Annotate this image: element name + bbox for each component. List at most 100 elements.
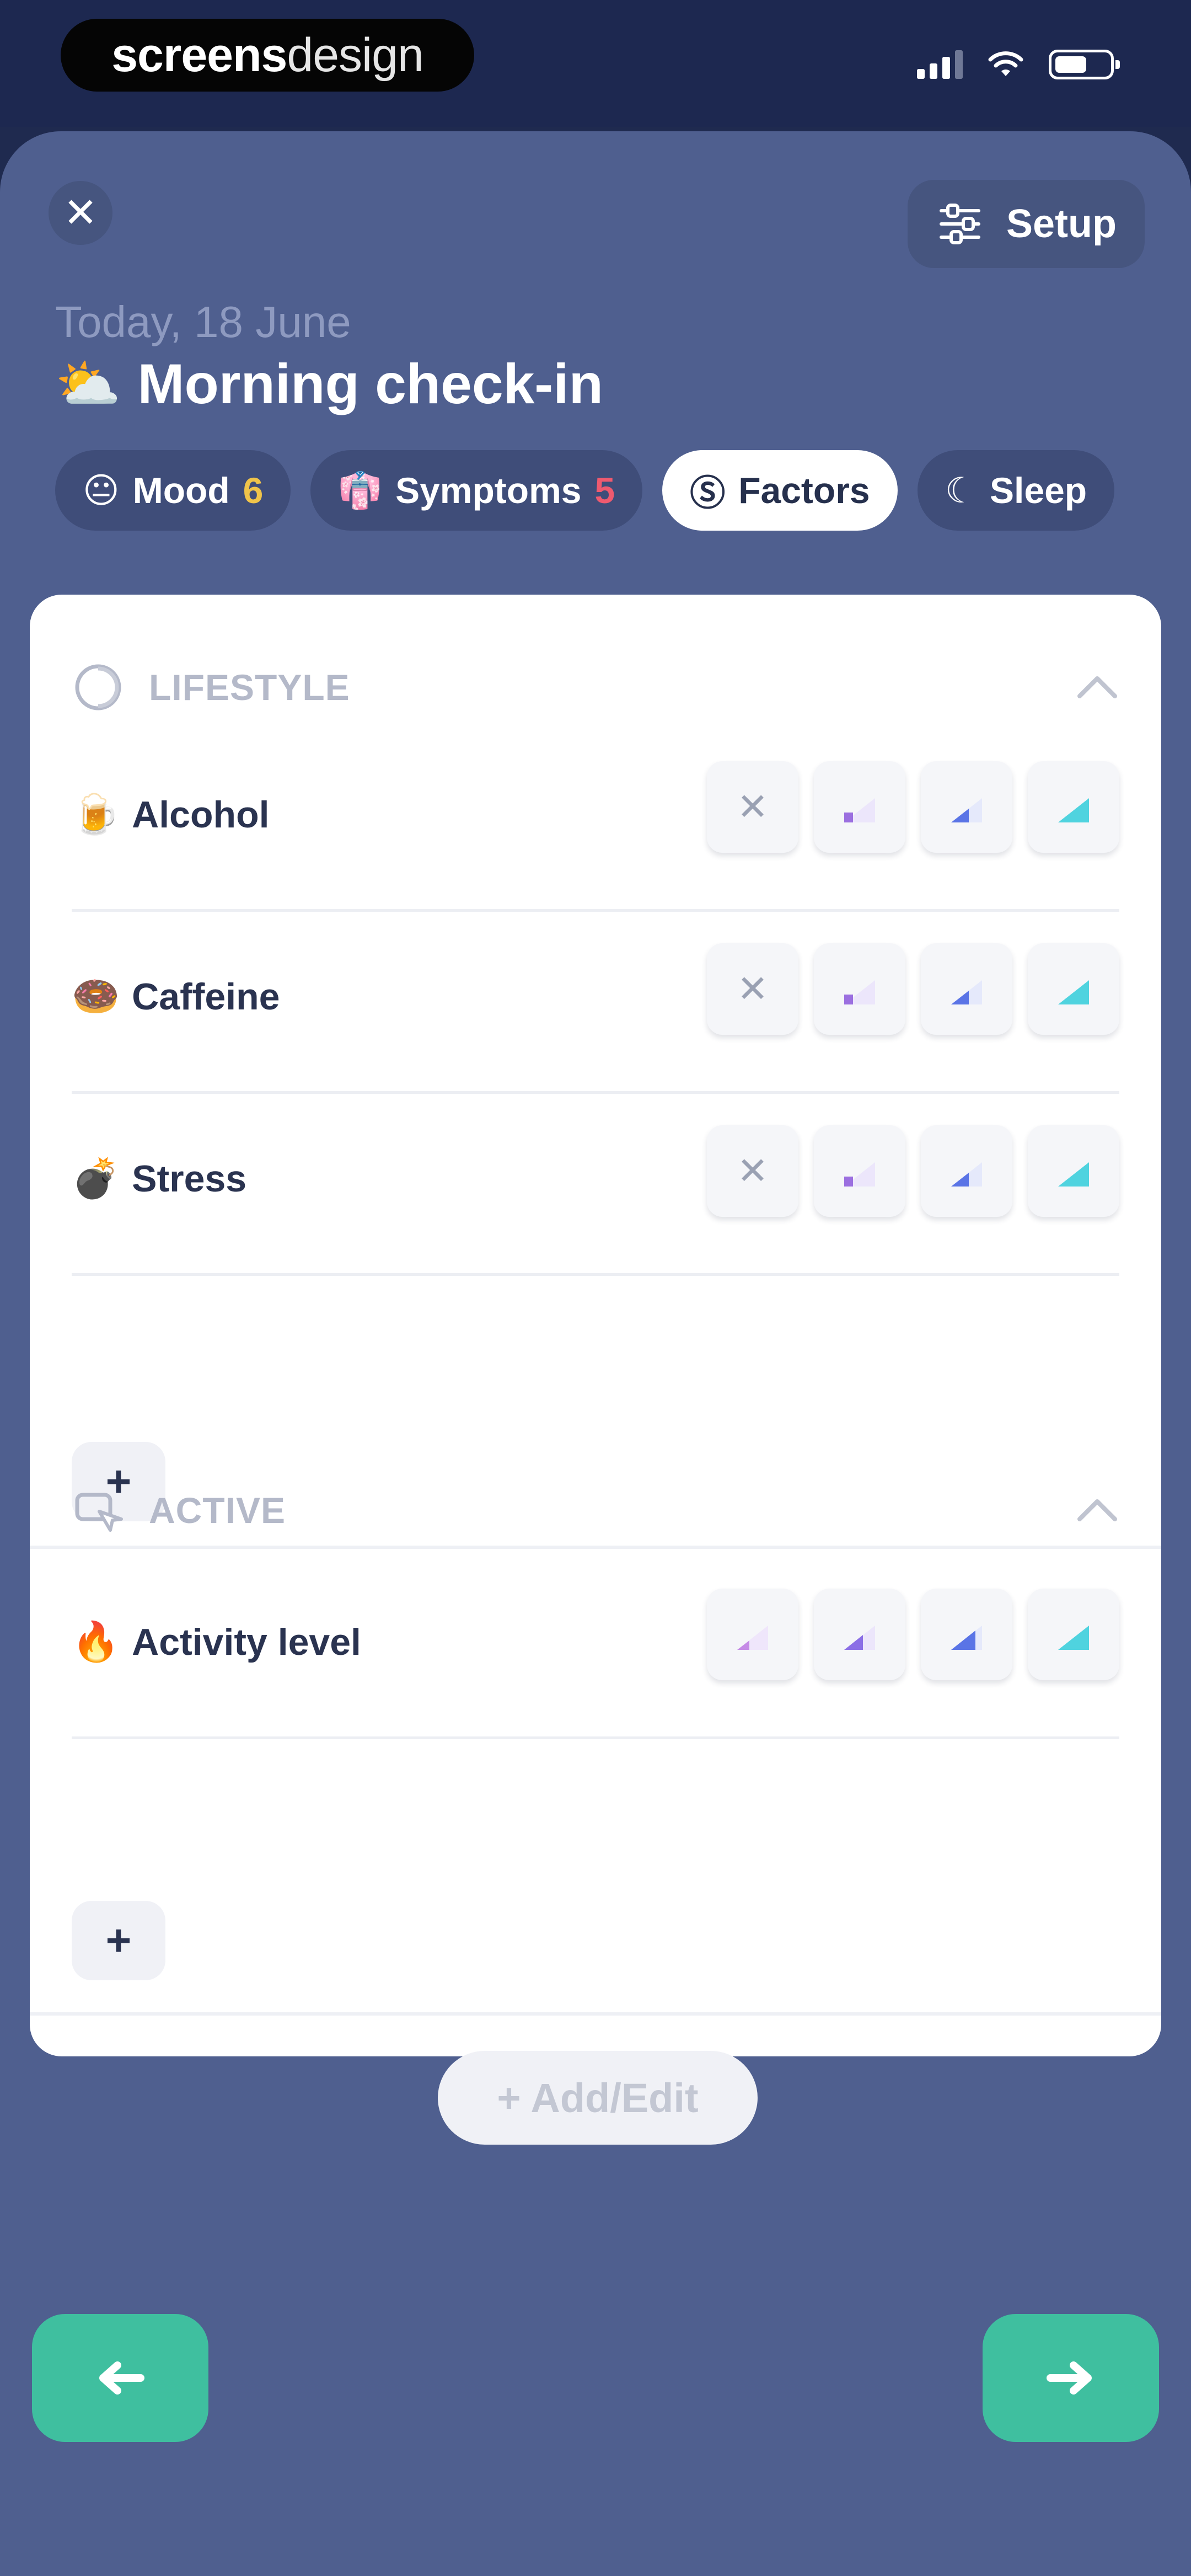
- page-title: ⛅ Morning check-in: [55, 352, 603, 416]
- level-high-icon: [1058, 980, 1089, 1004]
- tab-symptoms[interactable]: 👘 Symptoms 5: [310, 450, 643, 531]
- fire-icon: 🔥: [72, 1620, 120, 1663]
- level-high-button[interactable]: [1028, 943, 1119, 1035]
- brand-logo: screens design: [61, 19, 474, 92]
- level-low-icon: [844, 1162, 875, 1187]
- tab-sleep[interactable]: ☾ Sleep: [917, 450, 1115, 531]
- level-options: [707, 1589, 1119, 1680]
- factors-card: LIFESTYLE 🍺 Alcohol ✕ 🍩 Caffeine ✕ 💣 Str…: [30, 595, 1161, 2145]
- brand-strong: screens: [111, 28, 287, 82]
- tab-label: Factors: [738, 470, 870, 511]
- tab-mood[interactable]: 😐 Mood 6: [55, 450, 291, 531]
- level-4-button[interactable]: [1028, 1589, 1119, 1680]
- section-divider: [30, 1546, 1161, 1549]
- factor-label: 🔥 Activity level: [72, 1620, 361, 1665]
- level-high-button[interactable]: [1028, 1125, 1119, 1217]
- arrow-left-icon: [99, 2361, 144, 2395]
- level-high-button[interactable]: [1028, 761, 1119, 853]
- setup-button[interactable]: Setup: [908, 180, 1145, 268]
- factor-row-caffeine: 🍩 Caffeine ✕: [72, 909, 1119, 1094]
- status-icons: [917, 50, 1120, 79]
- factor-label: 🍺 Alcohol: [72, 792, 270, 837]
- level-1-button[interactable]: [707, 1589, 798, 1680]
- check-in-sheet: ✕ Setup Today, 18 June ⛅ Morning check-i…: [0, 131, 1191, 2576]
- arrow-right-icon: [1047, 2361, 1092, 2395]
- lifestyle-icon: [75, 664, 121, 710]
- date-label: Today, 18 June: [55, 297, 351, 346]
- tab-badge: 6: [243, 470, 264, 511]
- next-button[interactable]: [983, 2314, 1159, 2442]
- level-low-icon: [844, 798, 875, 822]
- level-mid-button[interactable]: [921, 943, 1012, 1035]
- beer-icon: 🍺: [72, 793, 120, 836]
- factor-row-activity-level: 🔥 Activity level: [72, 1554, 1119, 1739]
- tab-badge: 5: [594, 470, 615, 511]
- chevron-up-icon[interactable]: [1075, 673, 1119, 701]
- factor-name: Caffeine: [132, 976, 280, 1018]
- wifi-icon: [988, 51, 1023, 76]
- section-title: LIFESTYLE: [149, 667, 350, 708]
- page-title-text: Morning check-in: [137, 352, 603, 415]
- tab-label: Sleep: [990, 470, 1087, 511]
- factor-row-alcohol: 🍺 Alcohol ✕: [72, 727, 1119, 912]
- weather-icon: ⛅: [55, 354, 121, 414]
- section-title: ACTIVE: [149, 1490, 286, 1531]
- section-header-lifestyle[interactable]: LIFESTYLE: [72, 661, 350, 714]
- tab-label: Symptoms: [395, 470, 582, 511]
- active-icon: [75, 1493, 123, 1532]
- level-none-button[interactable]: ✕: [707, 943, 798, 1035]
- level-2-button[interactable]: [814, 1589, 905, 1680]
- factor-name: Alcohol: [132, 794, 270, 836]
- level-2-icon: [844, 1626, 875, 1650]
- signal-icon: [917, 50, 963, 79]
- chevron-up-icon[interactable]: [1075, 1496, 1119, 1524]
- mood-icon: 😐: [83, 470, 120, 510]
- add-factor-button[interactable]: +: [72, 1901, 165, 1980]
- close-icon: ✕: [63, 190, 98, 236]
- back-button[interactable]: [32, 2314, 208, 2442]
- symptoms-icon: 👘: [338, 470, 383, 510]
- level-high-icon: [1058, 798, 1089, 822]
- close-icon: ✕: [737, 1150, 769, 1192]
- level-mid-icon: [951, 980, 982, 1004]
- tab-factors[interactable]: Ⓢ Factors: [662, 450, 898, 531]
- section-header-active[interactable]: ACTIVE: [72, 1484, 286, 1537]
- battery-icon: [1049, 50, 1120, 79]
- level-low-button[interactable]: [814, 943, 905, 1035]
- factor-name: Stress: [132, 1158, 247, 1200]
- close-icon: ✕: [737, 785, 769, 828]
- level-options: ✕: [707, 943, 1119, 1035]
- level-low-button[interactable]: [814, 761, 905, 853]
- close-button[interactable]: ✕: [49, 181, 112, 245]
- add-edit-button[interactable]: + Add/Edit: [438, 2051, 758, 2145]
- level-1-icon: [737, 1626, 768, 1650]
- level-4-icon: [1058, 1626, 1089, 1650]
- level-3-icon: [951, 1626, 982, 1650]
- level-3-button[interactable]: [921, 1589, 1012, 1680]
- level-low-button[interactable]: [814, 1125, 905, 1217]
- setup-label: Setup: [1006, 202, 1117, 246]
- level-mid-button[interactable]: [921, 761, 1012, 853]
- level-mid-icon: [951, 1162, 982, 1187]
- tab-bar: 😐 Mood 6 👘 Symptoms 5 Ⓢ Factors ☾ Sleep: [55, 450, 1115, 531]
- bomb-icon: 💣: [72, 1157, 120, 1200]
- level-options: ✕: [707, 1125, 1119, 1217]
- coffee-icon: 🍩: [72, 975, 120, 1018]
- level-mid-icon: [951, 798, 982, 822]
- sliders-icon: [939, 204, 980, 244]
- level-options: ✕: [707, 761, 1119, 853]
- level-none-button[interactable]: ✕: [707, 1125, 798, 1217]
- section-divider: [30, 2012, 1161, 2016]
- moon-icon: ☾: [945, 470, 977, 510]
- factors-icon: Ⓢ: [690, 473, 726, 513]
- factor-row-stress: 💣 Stress ✕: [72, 1091, 1119, 1276]
- level-mid-button[interactable]: [921, 1125, 1012, 1217]
- status-bar: screens design: [0, 0, 1191, 127]
- brand-light: design: [287, 28, 423, 82]
- level-none-button[interactable]: ✕: [707, 761, 798, 853]
- level-high-icon: [1058, 1162, 1089, 1187]
- factor-name: Activity level: [132, 1621, 361, 1663]
- factor-label: 💣 Stress: [72, 1156, 246, 1201]
- close-icon: ✕: [737, 968, 769, 1010]
- tab-label: Mood: [132, 470, 230, 511]
